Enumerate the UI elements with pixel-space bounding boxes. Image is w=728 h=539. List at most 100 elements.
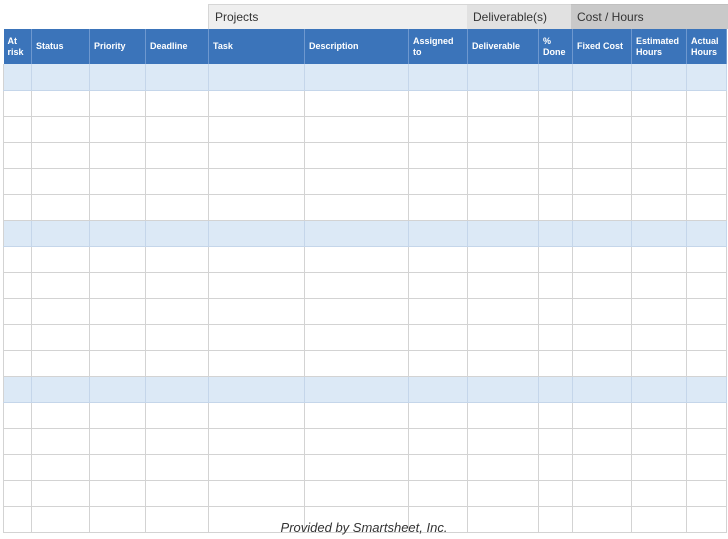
cell-assigned-to[interactable] [408,220,468,247]
cell-fixed-cost[interactable] [572,350,632,377]
cell-priority[interactable] [89,324,146,351]
cell-assigned-to[interactable] [408,428,468,455]
cell-deliverable[interactable] [467,480,539,507]
cell-status[interactable] [31,142,90,169]
cell-fixed-cost[interactable] [572,376,632,403]
cell-pct-done[interactable] [538,90,573,117]
cell-assigned-to[interactable] [408,376,468,403]
cell-pct-done[interactable] [538,272,573,299]
cell-priority[interactable] [89,402,146,429]
cell-at-risk[interactable] [3,116,32,143]
cell-description[interactable] [304,480,409,507]
cell-deliverable[interactable] [467,454,539,481]
cell-fixed-cost[interactable] [572,324,632,351]
cell-deadline[interactable] [145,116,209,143]
cell-at-risk[interactable] [3,220,32,247]
cell-at-risk[interactable] [3,194,32,221]
cell-fixed-cost[interactable] [572,480,632,507]
cell-description[interactable] [304,64,409,91]
cell-assigned-to[interactable] [408,272,468,299]
cell-task[interactable] [208,220,305,247]
cell-deliverable[interactable] [467,168,539,195]
col-header-actual-hours[interactable]: Actual Hours [686,29,727,64]
cell-assigned-to[interactable] [408,142,468,169]
cell-task[interactable] [208,428,305,455]
cell-task[interactable] [208,194,305,221]
cell-actual-hours[interactable] [686,246,727,273]
cell-deliverable[interactable] [467,220,539,247]
cell-priority[interactable] [89,246,146,273]
cell-actual-hours[interactable] [686,428,727,455]
col-header-estimated-hours[interactable]: Estimated Hours [631,29,687,64]
cell-at-risk[interactable] [3,350,32,377]
cell-fixed-cost[interactable] [572,64,632,91]
cell-assigned-to[interactable] [408,402,468,429]
cell-assigned-to[interactable] [408,90,468,117]
cell-task[interactable] [208,246,305,273]
cell-pct-done[interactable] [538,402,573,429]
cell-at-risk[interactable] [3,376,32,403]
cell-description[interactable] [304,376,409,403]
cell-description[interactable] [304,324,409,351]
cell-pct-done[interactable] [538,64,573,91]
cell-description[interactable] [304,298,409,325]
cell-description[interactable] [304,246,409,273]
cell-at-risk[interactable] [3,402,32,429]
cell-at-risk[interactable] [3,168,32,195]
cell-task[interactable] [208,350,305,377]
cell-status[interactable] [31,428,90,455]
cell-pct-done[interactable] [538,376,573,403]
cell-deliverable[interactable] [467,350,539,377]
cell-status[interactable] [31,64,90,91]
cell-actual-hours[interactable] [686,90,727,117]
cell-status[interactable] [31,90,90,117]
cell-at-risk[interactable] [3,298,32,325]
cell-at-risk[interactable] [3,324,32,351]
cell-description[interactable] [304,454,409,481]
cell-estimated-hours[interactable] [631,428,687,455]
cell-deliverable[interactable] [467,376,539,403]
cell-deadline[interactable] [145,246,209,273]
cell-actual-hours[interactable] [686,168,727,195]
cell-status[interactable] [31,350,90,377]
cell-at-risk[interactable] [3,428,32,455]
cell-actual-hours[interactable] [686,298,727,325]
cell-estimated-hours[interactable] [631,194,687,221]
cell-fixed-cost[interactable] [572,428,632,455]
cell-assigned-to[interactable] [408,246,468,273]
cell-deadline[interactable] [145,220,209,247]
cell-assigned-to[interactable] [408,168,468,195]
cell-pct-done[interactable] [538,246,573,273]
cell-assigned-to[interactable] [408,350,468,377]
cell-deadline[interactable] [145,454,209,481]
col-header-priority[interactable]: Priority [89,29,146,64]
cell-task[interactable] [208,376,305,403]
cell-actual-hours[interactable] [686,142,727,169]
cell-estimated-hours[interactable] [631,142,687,169]
cell-deliverable[interactable] [467,246,539,273]
cell-status[interactable] [31,116,90,143]
cell-assigned-to[interactable] [408,298,468,325]
cell-fixed-cost[interactable] [572,298,632,325]
cell-estimated-hours[interactable] [631,324,687,351]
cell-deliverable[interactable] [467,402,539,429]
cell-description[interactable] [304,428,409,455]
cell-status[interactable] [31,454,90,481]
cell-assigned-to[interactable] [408,116,468,143]
cell-estimated-hours[interactable] [631,220,687,247]
cell-fixed-cost[interactable] [572,90,632,117]
cell-description[interactable] [304,350,409,377]
cell-status[interactable] [31,220,90,247]
cell-deadline[interactable] [145,298,209,325]
cell-at-risk[interactable] [3,454,32,481]
cell-deliverable[interactable] [467,298,539,325]
cell-assigned-to[interactable] [408,454,468,481]
cell-actual-hours[interactable] [686,376,727,403]
cell-pct-done[interactable] [538,350,573,377]
cell-deadline[interactable] [145,168,209,195]
cell-description[interactable] [304,220,409,247]
cell-estimated-hours[interactable] [631,168,687,195]
cell-deadline[interactable] [145,90,209,117]
cell-status[interactable] [31,298,90,325]
cell-pct-done[interactable] [538,298,573,325]
